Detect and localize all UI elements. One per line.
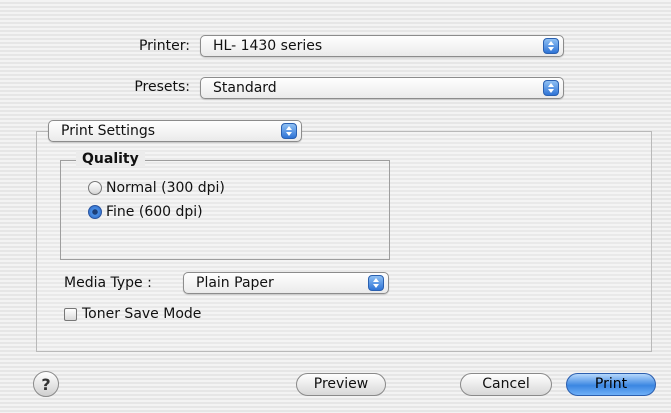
printer-popup[interactable]: HL- 1430 series (200, 35, 564, 57)
radio-fine-label: Fine (600 dpi) (106, 204, 203, 220)
radio-fine[interactable]: Fine (600 dpi) (86, 204, 326, 222)
up-down-arrows-icon (543, 38, 559, 54)
up-down-arrows-icon (368, 275, 384, 291)
presets-value: Standard (213, 80, 277, 96)
up-down-arrows-icon (281, 123, 297, 139)
checkbox-icon[interactable] (64, 308, 77, 321)
preview-button[interactable]: Preview (296, 373, 386, 396)
help-button[interactable]: ? (33, 371, 59, 397)
section-popup[interactable]: Print Settings (48, 120, 302, 142)
quality-group-title: Quality (76, 151, 145, 167)
radio-button-selected-icon[interactable] (88, 205, 102, 219)
radio-button-icon[interactable] (88, 181, 102, 195)
media-type-popup[interactable]: Plain Paper (183, 272, 389, 294)
toner-save-checkbox[interactable]: Toner Save Mode (62, 306, 262, 324)
up-down-arrows-icon (543, 80, 559, 96)
section-popup-value: Print Settings (61, 123, 156, 139)
radio-normal[interactable]: Normal (300 dpi) (86, 180, 326, 198)
presets-popup[interactable]: Standard (200, 77, 564, 99)
question-mark-icon: ? (41, 375, 51, 394)
media-type-label: Media Type : (64, 275, 152, 291)
presets-label: Presets: (134, 79, 190, 95)
print-button[interactable]: Print (566, 373, 656, 396)
printer-label: Printer: (138, 38, 190, 54)
media-type-value: Plain Paper (196, 275, 274, 291)
radio-normal-label: Normal (300 dpi) (106, 180, 225, 196)
cancel-button[interactable]: Cancel (460, 373, 552, 396)
toner-save-label: Toner Save Mode (82, 306, 202, 322)
printer-value: HL- 1430 series (213, 38, 323, 54)
